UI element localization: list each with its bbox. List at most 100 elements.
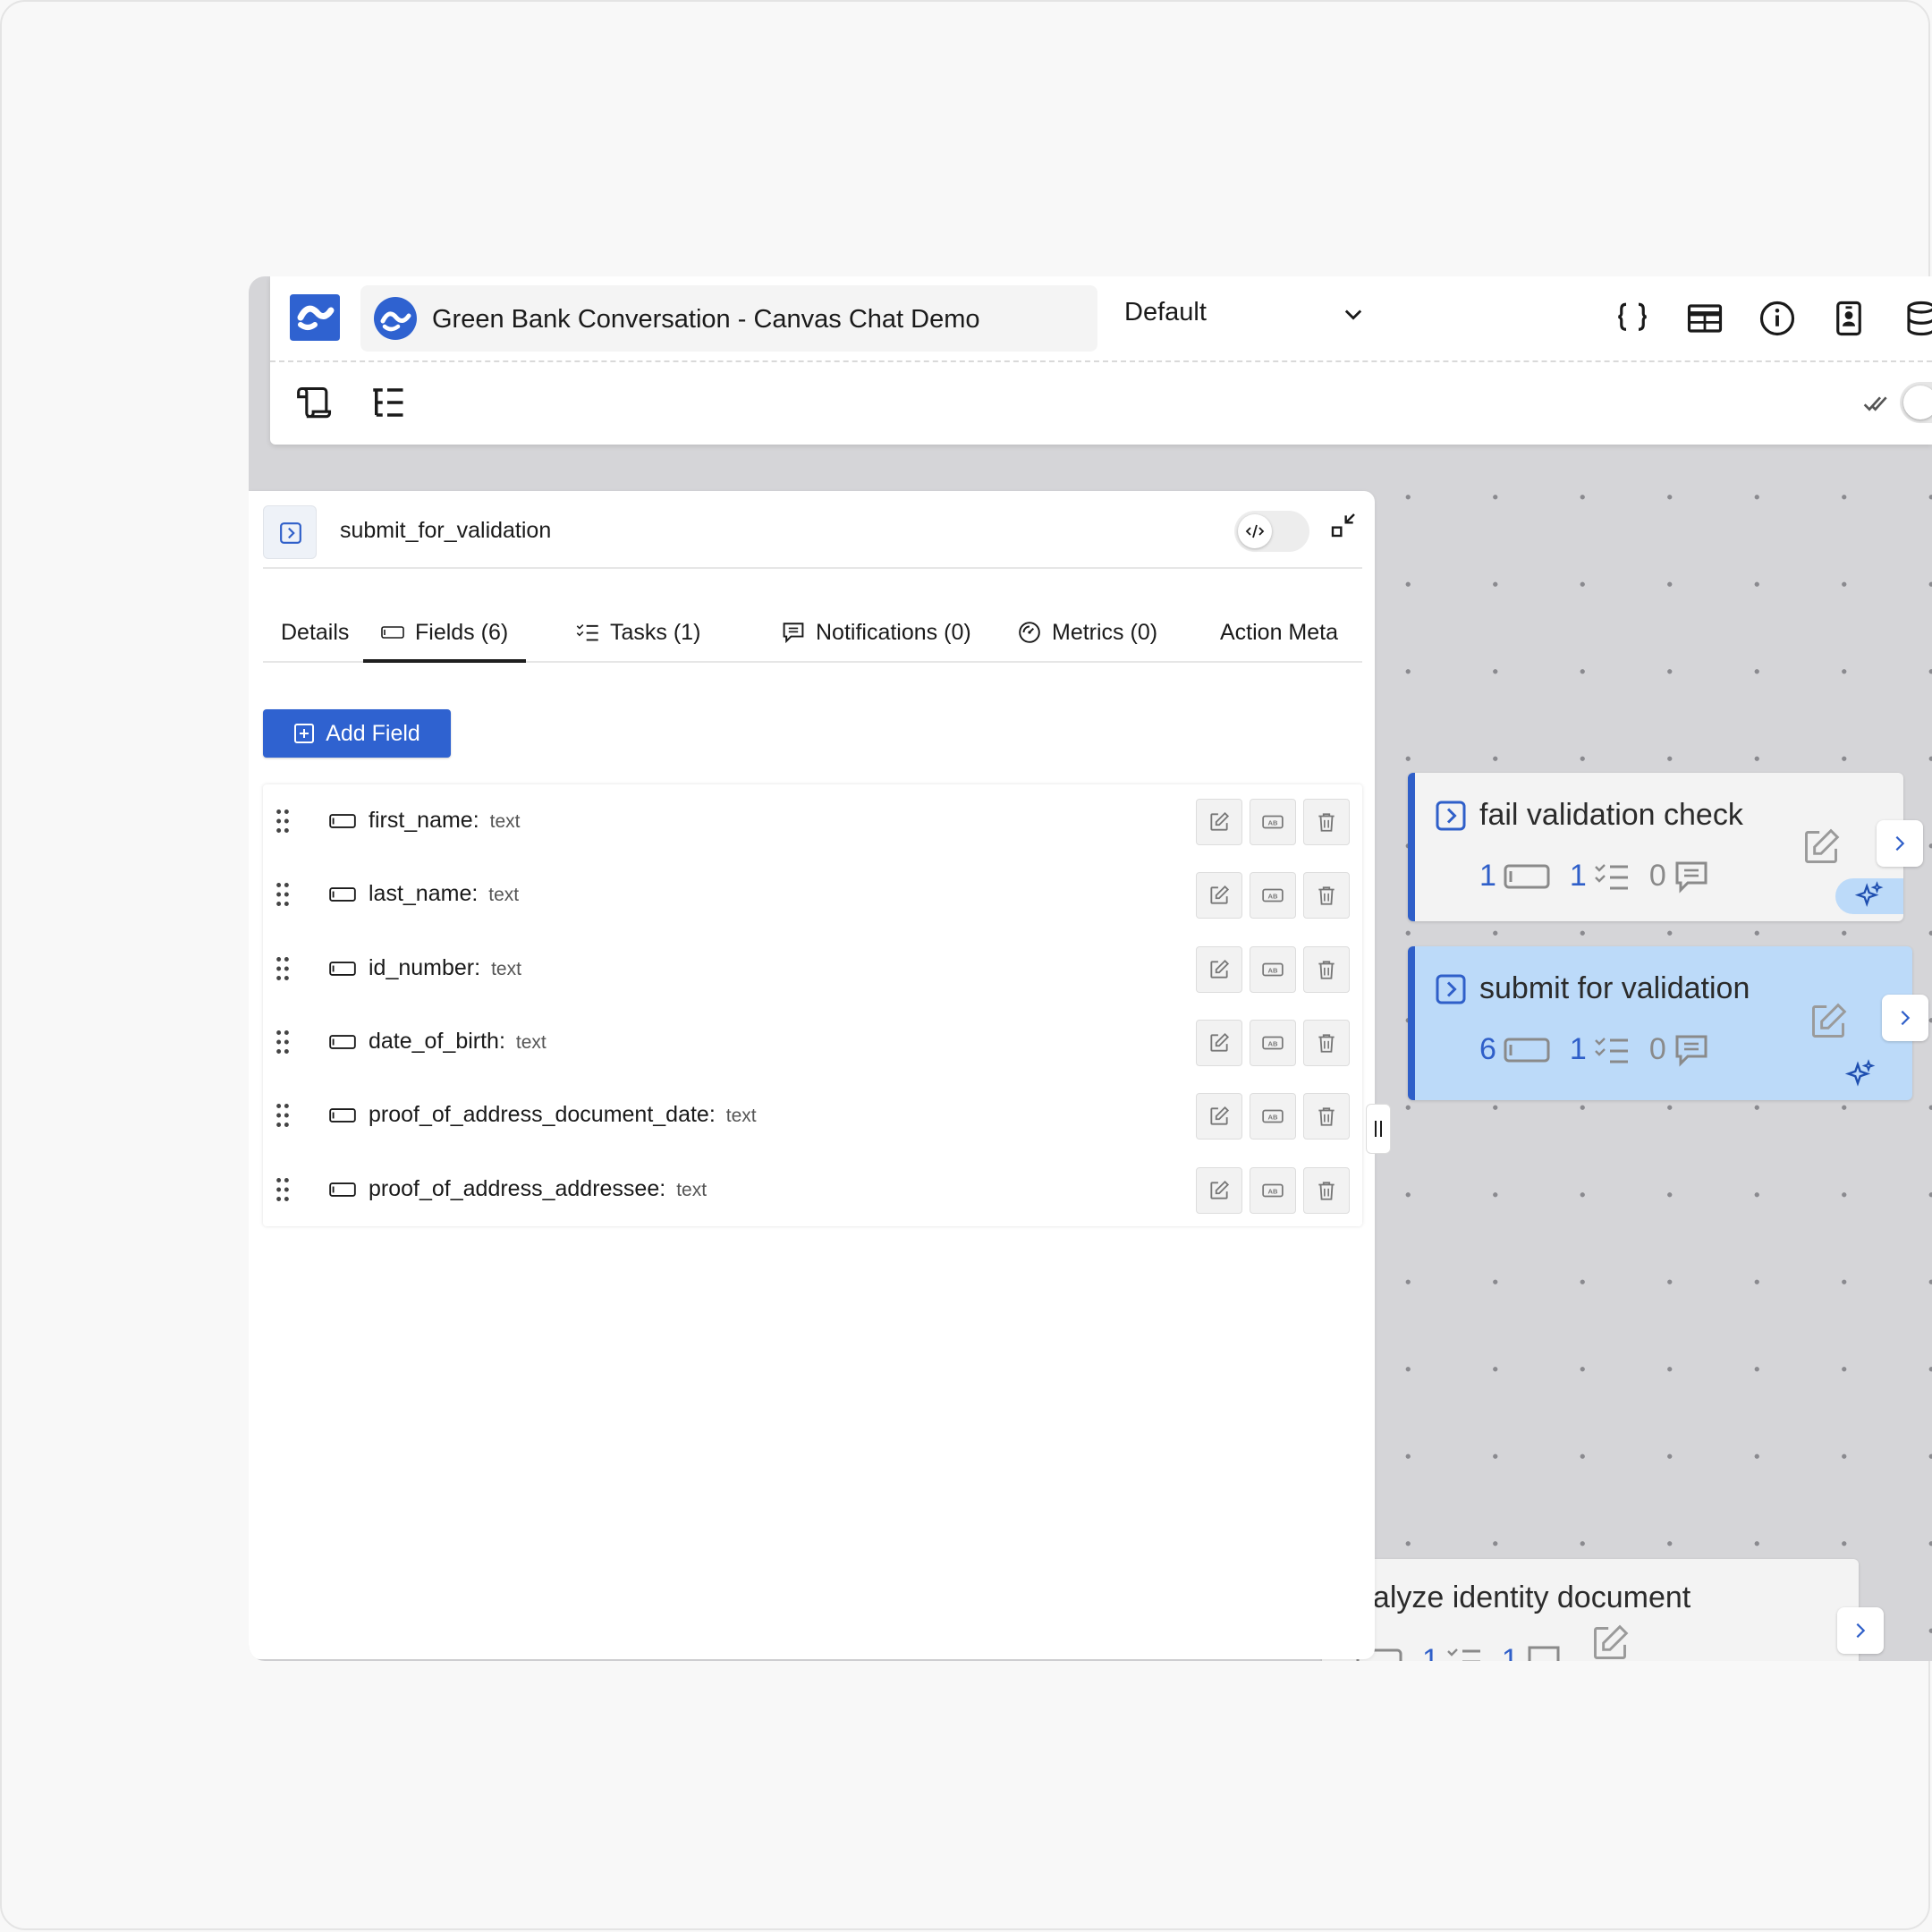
edit-field-button[interactable] xyxy=(1196,945,1242,993)
tab-notifications[interactable]: Notifications (0) xyxy=(764,606,989,659)
step-icon xyxy=(1436,974,1466,1004)
field-icon xyxy=(329,1108,356,1123)
field-label: date_of_birth: text xyxy=(369,1029,547,1055)
field-icon xyxy=(1504,864,1550,888)
field-type: text xyxy=(676,1179,708,1200)
braces-icon[interactable] xyxy=(1614,300,1651,337)
info-icon[interactable] xyxy=(1758,300,1796,337)
node-title: nalyze identity document xyxy=(1356,1580,1691,1614)
rename-field-button[interactable]: AB xyxy=(1250,1093,1296,1140)
field-label: first_name: text xyxy=(369,808,521,834)
add-field-button[interactable]: Add Field xyxy=(263,709,451,758)
drag-handle-icon[interactable] xyxy=(274,882,292,907)
drag-handle-icon[interactable] xyxy=(274,809,292,834)
code-icon xyxy=(1245,524,1265,538)
delete-field-button[interactable] xyxy=(1303,1166,1350,1214)
rename-field-button[interactable]: AB xyxy=(1250,945,1296,993)
field-name: last_name: xyxy=(369,881,479,907)
task-count: 1 xyxy=(1569,1032,1587,1066)
panel-tabs: Details Fields (6) Tasks (1) Notificatio… xyxy=(263,606,1362,663)
edit-icon[interactable] xyxy=(1801,827,1841,867)
svg-text:AB: AB xyxy=(1268,1039,1278,1047)
project-title-box[interactable]: Green Bank Conversation - Canvas Chat De… xyxy=(360,285,1097,352)
drag-handle-icon[interactable] xyxy=(274,1177,292,1202)
ai-badge[interactable] xyxy=(1835,878,1903,914)
field-label: proof_of_address_document_date: text xyxy=(369,1102,757,1128)
edit-icon[interactable] xyxy=(1809,1002,1848,1041)
field-icon xyxy=(329,887,356,902)
step-detail-panel: submit_for_validation Details Fields (6)… xyxy=(249,491,1375,1659)
field-label: proof_of_address_addressee: text xyxy=(369,1176,707,1202)
rename-field-button[interactable]: AB xyxy=(1250,872,1296,919)
node-title: fail validation check xyxy=(1479,798,1743,832)
tab-label: Fields (6) xyxy=(415,619,509,645)
field-label: last_name: text xyxy=(369,881,519,907)
text-field-icon: AB xyxy=(1262,1109,1284,1123)
field-row[interactable]: first_name: text AB xyxy=(263,784,1362,858)
edit-icon xyxy=(1210,959,1230,979)
drag-handle-icon[interactable] xyxy=(274,1103,292,1128)
chevron-down-icon xyxy=(1344,309,1362,320)
tab-details[interactable]: Details xyxy=(263,606,367,659)
message-icon xyxy=(1675,1035,1707,1067)
field-type: text xyxy=(489,811,521,832)
double-check-icon[interactable] xyxy=(1862,389,1891,418)
delete-field-button[interactable] xyxy=(1303,1019,1350,1066)
field-row[interactable]: proof_of_address_addressee: text AB xyxy=(263,1153,1362,1226)
gauge-icon xyxy=(1019,622,1040,643)
edit-field-button[interactable] xyxy=(1196,1166,1242,1214)
field-row[interactable]: last_name: text AB xyxy=(263,858,1362,931)
tab-metrics[interactable]: Metrics (0) xyxy=(1000,606,1175,659)
trash-icon xyxy=(1318,1107,1335,1126)
field-row[interactable]: proof_of_address_document_date: text AB xyxy=(263,1079,1362,1152)
app-window: fail validation check 1 1 0 submit for v… xyxy=(249,276,1932,1661)
id-card-icon[interactable] xyxy=(1830,300,1868,337)
delete-field-button[interactable] xyxy=(1303,799,1350,845)
rename-field-button[interactable]: AB xyxy=(1250,1019,1296,1066)
field-icon xyxy=(329,1035,356,1049)
environment-select[interactable]: Default xyxy=(1124,296,1366,332)
panel-resize-handle[interactable] xyxy=(1366,1104,1391,1154)
sparkle-icon[interactable] xyxy=(1844,1059,1877,1091)
node-expand-button[interactable] xyxy=(1837,1607,1884,1654)
checklist-icon xyxy=(1447,1648,1480,1661)
edit-field-button[interactable] xyxy=(1196,872,1242,919)
field-name: id_number: xyxy=(369,954,481,980)
node-expand-button[interactable] xyxy=(1877,820,1923,867)
brand-logo[interactable] xyxy=(288,291,342,344)
validation-toggle[interactable] xyxy=(1900,382,1932,423)
rename-field-button[interactable]: AB xyxy=(1250,799,1296,845)
node-submit-for-validation[interactable]: submit for validation 6 1 0 xyxy=(1408,946,1912,1100)
code-view-toggle[interactable] xyxy=(1234,511,1309,552)
tree-list-icon[interactable] xyxy=(369,384,406,421)
field-actions: AB xyxy=(1196,1019,1350,1066)
drag-handle-icon[interactable] xyxy=(274,1030,292,1055)
field-actions: AB xyxy=(1196,872,1350,919)
node-stats: 1 1 xyxy=(1356,1643,1562,1661)
edit-field-button[interactable] xyxy=(1196,1019,1242,1066)
tab-action-meta[interactable]: Action Meta xyxy=(1202,606,1356,659)
tab-label: Metrics (0) xyxy=(1052,619,1158,645)
edit-icon[interactable] xyxy=(1590,1623,1630,1661)
edit-field-button[interactable] xyxy=(1196,1093,1242,1140)
field-icon xyxy=(381,626,404,639)
tab-tasks[interactable]: Tasks (1) xyxy=(558,606,718,659)
node-fail-validation-check[interactable]: fail validation check 1 1 0 xyxy=(1408,773,1903,921)
database-icon[interactable] xyxy=(1902,300,1932,337)
tab-fields[interactable]: Fields (6) xyxy=(363,606,527,663)
field-row[interactable]: id_number: text AB xyxy=(263,932,1362,1005)
delete-field-button[interactable] xyxy=(1303,945,1350,993)
drag-handle-icon[interactable] xyxy=(274,956,292,981)
node-analyze-identity-document[interactable]: nalyze identity document 1 1 xyxy=(1322,1559,1859,1661)
svg-text:AB: AB xyxy=(1268,818,1278,826)
edit-field-button[interactable] xyxy=(1196,799,1242,845)
delete-field-button[interactable] xyxy=(1303,872,1350,919)
table-icon[interactable] xyxy=(1686,300,1724,337)
field-row[interactable]: date_of_birth: text AB xyxy=(263,1005,1362,1079)
svg-text:AB: AB xyxy=(1268,1187,1278,1195)
node-expand-button[interactable] xyxy=(1882,995,1928,1041)
scroll-icon[interactable] xyxy=(295,384,335,423)
minimize-icon[interactable] xyxy=(1329,511,1358,539)
delete-field-button[interactable] xyxy=(1303,1093,1350,1140)
rename-field-button[interactable]: AB xyxy=(1250,1166,1296,1214)
